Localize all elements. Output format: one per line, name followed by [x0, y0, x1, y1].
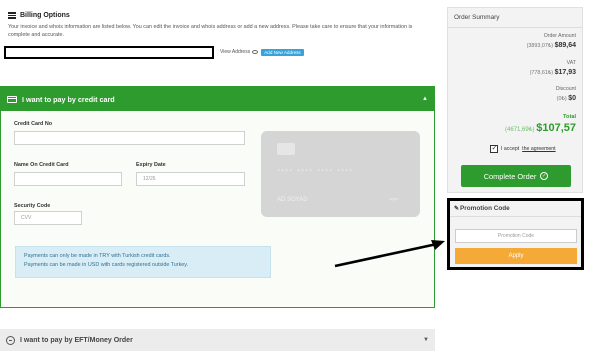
- vat-value: (778,61₺) $17,93: [530, 69, 576, 76]
- order-amount-usd: $89,64: [554, 42, 576, 49]
- agreement-link[interactable]: the agreement: [522, 146, 555, 152]
- info-line-2: Payments can be made in USD with cards r…: [24, 262, 189, 268]
- payment-info-alert: Payments can only be made in TRY with Tu…: [15, 246, 271, 278]
- arrow-line: [334, 242, 438, 268]
- chevron-up-icon: ▲: [422, 96, 428, 102]
- promotion-code-title: ✎ Promotion Code: [450, 201, 581, 217]
- agreement-checkbox[interactable]: [490, 144, 498, 153]
- check-circle-icon: ✓: [540, 172, 549, 180]
- eye-icon: [252, 50, 259, 54]
- expiry-input[interactable]: 12/26: [136, 172, 245, 186]
- card-name-label: Name On Credit Card: [14, 162, 69, 168]
- billing-title: Billing Options: [8, 12, 436, 19]
- card-preview-name: AD SOYAD: [277, 197, 308, 203]
- card-number-label: Credit Card No: [14, 121, 53, 127]
- vat-try: (778,61₺): [529, 70, 554, 76]
- eft-panel-header[interactable]: I want to pay by EFT/Money Order ▼: [0, 329, 435, 351]
- complete-order-button[interactable]: Complete Order ✓: [461, 165, 571, 187]
- view-address-link[interactable]: View Address: [220, 49, 259, 55]
- credit-card-panel: I want to pay by credit card ▲ Credit Ca…: [0, 86, 435, 308]
- billing-title-text: Billing Options: [20, 12, 70, 19]
- expiry-placeholder: 12/26: [143, 176, 156, 182]
- security-code-label: Security Code: [14, 203, 51, 209]
- apply-button[interactable]: Apply: [455, 248, 577, 264]
- billing-description: Your invoice and whois information are l…: [8, 24, 413, 38]
- info-line-1: Payments can only be made in TRY with Tu…: [24, 253, 171, 259]
- add-address-button[interactable]: Add New Address: [261, 48, 304, 56]
- total-usd: $107,57: [536, 122, 576, 134]
- agreement-row: I accept the agreement: [490, 144, 556, 153]
- credit-card-icon: [7, 95, 17, 103]
- arrow-head: [431, 240, 445, 250]
- order-amount-label: Order Amount: [543, 33, 576, 39]
- card-preview-number: **** **** **** ****: [277, 169, 354, 175]
- discount-label: Discount: [555, 86, 576, 92]
- expiry-label: Expiry Date: [136, 162, 166, 168]
- vat-label: VAT: [566, 60, 576, 66]
- annotation-arrow: [334, 240, 445, 268]
- discount-try: (0₺): [556, 96, 567, 102]
- security-placeholder: CVV: [21, 215, 32, 221]
- accept-text: I accept: [501, 146, 520, 152]
- discount-value: (0₺) $0: [557, 95, 576, 102]
- promotion-code-title-text: Promotion Code: [460, 205, 510, 212]
- card-number-input[interactable]: [14, 131, 245, 145]
- promotion-code-box: ✎ Promotion Code Promotion Code Apply: [447, 198, 584, 270]
- vat-usd: $17,93: [554, 69, 576, 76]
- order-amount-value: (3893,07₺) $89,64: [527, 42, 576, 49]
- order-summary: Order Summary Order Amount (3893,07₺) $8…: [447, 7, 583, 193]
- total-try: (4671,69₺): [505, 127, 535, 133]
- total-value: (4671,69₺) $107,57: [505, 122, 576, 134]
- eft-header-label: I want to pay by EFT/Money Order: [20, 336, 133, 344]
- list-icon: [8, 12, 16, 19]
- promotion-code-placeholder: Promotion Code: [497, 233, 535, 239]
- credit-card-preview: **** **** **** **** AD SOYAD **/**: [261, 131, 420, 217]
- card-name-input[interactable]: [14, 172, 122, 186]
- chevron-down-icon: ▼: [423, 337, 429, 343]
- discount-usd: $0: [568, 95, 576, 102]
- address-row: View Address Add New Address: [4, 45, 334, 59]
- credit-card-header-label: I want to pay by credit card: [22, 94, 115, 104]
- card-preview-expiry: **/**: [389, 198, 399, 204]
- order-summary-title: Order Summary: [448, 8, 582, 28]
- card-chip-icon: [277, 143, 295, 155]
- view-address-label: View Address: [220, 49, 251, 55]
- billing-options-section: Billing Options Your invoice and whois i…: [8, 12, 436, 39]
- security-code-input[interactable]: CVV: [14, 211, 82, 225]
- promotion-code-input[interactable]: Promotion Code: [455, 229, 577, 243]
- complete-order-label: Complete Order: [483, 171, 537, 181]
- credit-card-header[interactable]: I want to pay by credit card ▲: [1, 87, 434, 111]
- edit-icon: ✎: [454, 206, 460, 212]
- total-label: Total: [563, 114, 576, 120]
- money-icon: [6, 335, 15, 345]
- order-amount-try: (3893,07₺): [526, 43, 554, 49]
- address-select[interactable]: [4, 45, 214, 59]
